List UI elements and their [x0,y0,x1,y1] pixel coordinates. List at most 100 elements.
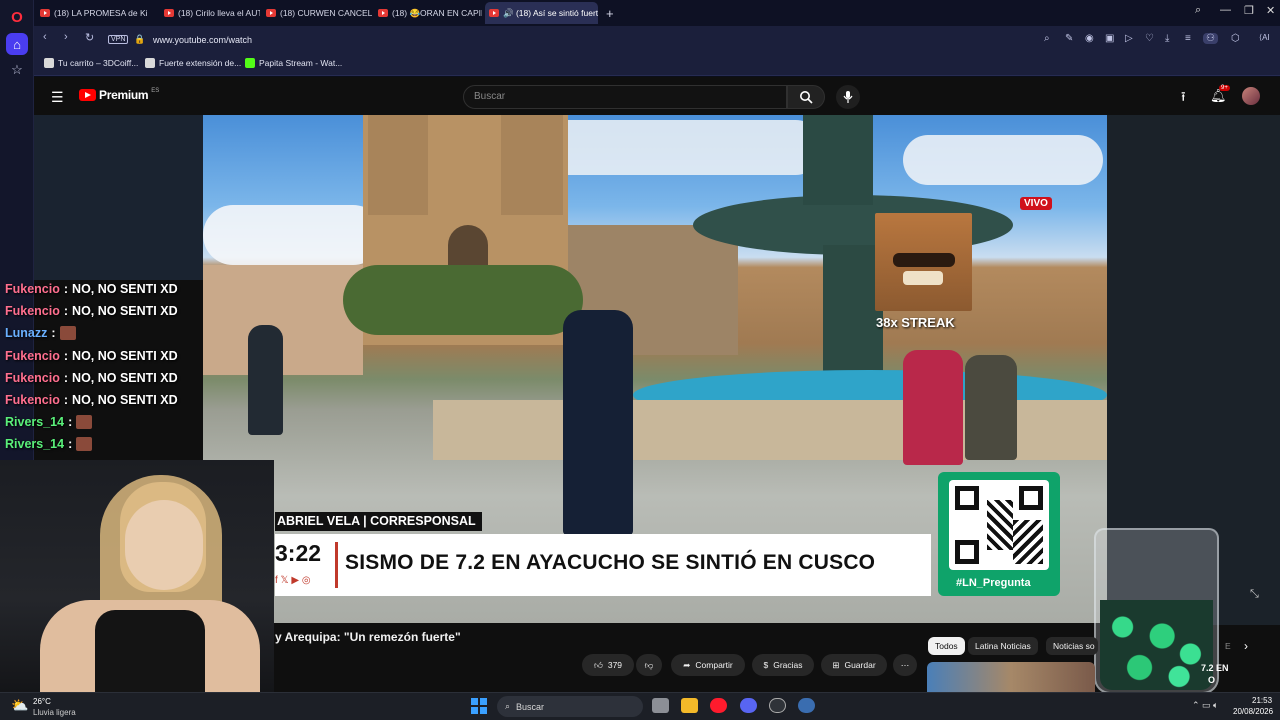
trees [343,265,583,335]
fullscreen-corner-icon[interactable]: ⤡ [1250,588,1259,601]
app-icon[interactable] [769,698,786,713]
share-button[interactable]: ➦ Compartir [671,654,745,676]
qr-finder [955,540,979,564]
chat-username[interactable]: Fukencio [5,349,60,363]
tab-2[interactable]: (18) Cirilo lleva el AUTO p [160,2,260,24]
close-button[interactable]: ✕ [1266,4,1275,17]
chat-username[interactable]: Rivers_14 [5,437,64,451]
taskbar-search-label: Buscar [516,701,545,712]
related-text: 7.2 EN [1201,663,1229,673]
extensions-icon[interactable]: ⬡ [1231,33,1240,44]
bookmark-1[interactable]: Tu carrito – 3DCoiff... [44,58,138,68]
chat-username[interactable]: Fukencio [5,371,60,385]
thanks-button[interactable]: $ Gracias [752,654,814,676]
chevron-right-icon[interactable]: › [1244,639,1248,653]
qr-finder [955,486,979,510]
file-explorer-icon[interactable] [681,698,698,713]
thumbs-down-icon: 👎︎ [644,659,654,670]
bookmark-3[interactable]: Papita Stream - Wat... [245,58,342,68]
system-tray-icons[interactable]: ⌃ ▭ 🔈︎ [1192,700,1218,711]
divider [335,542,338,588]
minimize-button[interactable]: — [1220,4,1231,16]
bookmark-label: Papita Stream - Wat... [259,58,343,68]
related-thumbnail[interactable] [927,662,1095,692]
like-button[interactable]: 👍︎ 379 [582,654,634,676]
home-icon[interactable]: ⌂ [6,33,28,55]
fountain-column [803,115,873,205]
image-icon[interactable]: ▣ [1105,33,1114,44]
bookmark-favicon-icon [44,58,54,68]
youtube-logo[interactable]: Premium ES [79,88,159,102]
weather-icon[interactable]: ⛅ [11,697,28,714]
tab-label: (18) CURWEN CANCELA L [280,8,372,18]
chat-username[interactable]: Fukencio [5,282,60,296]
lock-icon[interactable]: 🔒 [134,34,145,45]
heart-icon[interactable]: ♡ [1145,33,1154,44]
new-tab-button[interactable]: + [602,2,618,24]
ai-button[interactable]: ⟨AI [1259,33,1270,42]
tab-5-active[interactable]: 🔊 (18) Así se sintió fuert [485,2,598,24]
more-icon: ⋯ [900,659,910,670]
search-button[interactable] [787,85,825,109]
weather-desc: Lluvia ligera [33,708,76,717]
discord-icon[interactable] [740,698,757,713]
notifications-button[interactable]: 🔔︎ 9+ [1210,85,1230,104]
chip-more[interactable]: E [1222,637,1234,655]
menu-icon[interactable]: ≡ [1185,33,1191,44]
tab-4[interactable]: (18) 😂ORAN EN CAPILLA [374,2,482,24]
bookmark-2[interactable]: Fuerte extensión de... [145,58,241,68]
camera-icon[interactable]: ◉ [1085,33,1094,44]
task-view-icon[interactable] [652,698,669,713]
vpn-badge[interactable]: VPN [108,35,129,44]
webcam-feed [0,460,274,692]
reload-icon[interactable]: ↻ [85,31,94,44]
opera-logo-icon[interactable]: O [6,6,28,28]
maximize-button[interactable]: ❐ [1244,4,1254,17]
profile-icon[interactable]: ⚇ [1203,33,1218,44]
youtube-play-icon [79,89,96,101]
save-icon: ⊞ [832,659,840,670]
chat-message: Fukencio: NO, NO SENTI XD [5,304,178,318]
play-icon[interactable]: ▷ [1125,33,1133,44]
youtube-favicon-icon [489,9,499,17]
opera-taskbar-icon[interactable] [710,698,727,713]
dislike-button[interactable]: 👎︎ [636,654,662,676]
back-icon[interactable]: ‹ [43,31,47,43]
star-icon[interactable]: ☆ [6,59,28,81]
tab-bar: (18) LA PROMESA de King (18) Cirilo llev… [34,0,1280,26]
voice-search-button[interactable] [836,85,860,109]
avatar[interactable] [1242,87,1260,105]
hamburger-menu-icon[interactable]: ☰ [51,89,64,106]
social-icons: f 𝕏 ▶ ◎ [275,575,311,586]
notification-badge: 9+ [1219,85,1230,91]
search-icon[interactable]: ⌕ [1044,33,1050,44]
windows-start-icon[interactable] [471,698,487,714]
chat-username[interactable]: Rivers_14 [5,415,64,429]
cloud [203,205,383,265]
chip-all[interactable]: Todos [928,637,965,655]
upload-icon[interactable]: ⭱ [1181,88,1186,110]
chat-username[interactable]: Lunazz [5,326,47,340]
download-icon[interactable]: ⤓ [1165,33,1169,44]
search-tabs-icon[interactable]: ⌕ [1195,4,1201,17]
tab-3[interactable]: (18) CURWEN CANCELA L [262,2,372,24]
tab-1[interactable]: (18) LA PROMESA de King [36,2,148,24]
search-icon: ⌕ [505,701,511,711]
taskbar-search[interactable]: ⌕ Buscar [497,696,643,717]
youtube-logo-text: Premium [99,88,149,102]
youtube-search-input[interactable]: Buscar [463,85,787,109]
settings-icon[interactable] [798,698,815,713]
chat-username[interactable]: Fukencio [5,304,60,318]
url-field[interactable]: www.youtube.com/watch [153,35,252,45]
edit-icon[interactable]: ✎ [1065,33,1073,44]
chat-username[interactable]: Fukencio [5,393,60,407]
tab-label: (18) LA PROMESA de King [54,8,148,18]
chip-news[interactable]: Noticias so [1046,637,1098,655]
kick-favicon-icon [245,58,255,68]
more-button[interactable]: ⋯ [893,654,917,676]
save-button[interactable]: ⊞ Guardar [821,654,887,676]
chat-separator: : [63,393,69,407]
chip-latina[interactable]: Latina Noticias [968,637,1038,655]
forward-icon[interactable]: › [64,31,68,43]
chat-emote-icon [76,437,93,452]
